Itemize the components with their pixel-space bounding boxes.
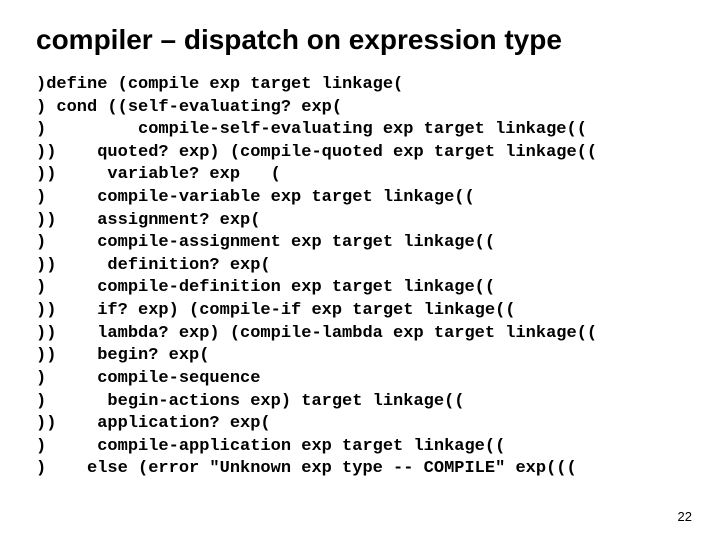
page-number: 22 [678, 509, 692, 524]
code-block: )define (compile exp target linkage( ) c… [36, 74, 684, 481]
slide-title: compiler – dispatch on expression type [36, 24, 684, 56]
slide: compiler – dispatch on expression type )… [0, 0, 720, 540]
